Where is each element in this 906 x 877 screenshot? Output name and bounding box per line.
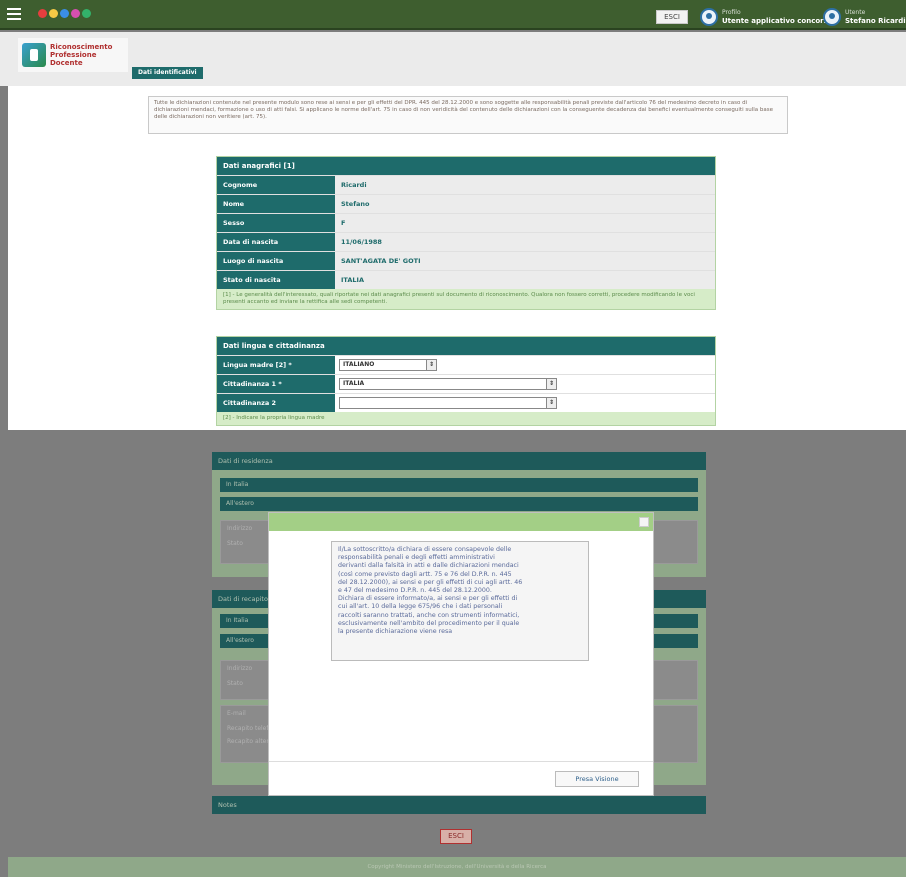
dialog-message: Il/La sottoscritto/a dichiara di essere … <box>331 541 589 661</box>
cittadinanza2-label: Cittadinanza 2 <box>217 394 335 412</box>
dialog-line: del 28.12.2000), ai sensi e per gli effe… <box>338 578 523 586</box>
close-icon[interactable] <box>639 517 649 527</box>
dialog-line: la presente dichiarazione viene resa <box>338 628 453 636</box>
logo-line1: Riconoscimento <box>50 43 113 51</box>
all-estero-option[interactable]: All'estero <box>220 497 698 511</box>
top-bar: ESCI Profilo Utente applicativo concorsi… <box>0 0 906 30</box>
lingua-madre-label: Lingua madre [2] * <box>217 356 335 374</box>
brand-dots-logo <box>38 9 91 18</box>
sesso-value: F <box>335 214 715 232</box>
dialog-header <box>269 513 653 531</box>
anagrafica-title: Dati anagrafici [1] <box>217 157 715 175</box>
dialog-line: Il/La sottoscritto/a dichiara di essere … <box>338 546 512 553</box>
cognome-value: Ricardi <box>335 176 715 194</box>
logout-button[interactable]: ESCI <box>656 10 688 24</box>
dialog-line: e 47 del medesimo D.P.R. n. 445 del 28.1… <box>338 587 492 595</box>
user-label: Utente <box>845 9 866 16</box>
exit-button[interactable]: ESCI <box>440 829 472 844</box>
dialog-line: (così come previsto dagli artt. 75 e 76 … <box>338 570 512 578</box>
lingua-madre-arrow-icon: ⇕ <box>426 360 436 370</box>
breadcrumb[interactable]: Dati identificativi <box>132 67 203 79</box>
data-nascita-label: Data di nascita <box>217 233 335 251</box>
app-logo-icon <box>22 43 46 67</box>
hamburger-menu-icon[interactable] <box>7 8 21 20</box>
cittadinanza1-select[interactable]: ITALIA ⇕ <box>339 378 557 390</box>
nome-label: Nome <box>217 195 335 213</box>
app-header: Riconoscimento Professione Docente Dati … <box>0 32 906 86</box>
app-logo: Riconoscimento Professione Docente <box>18 38 128 72</box>
data-nascita-value: 11/06/1988 <box>335 233 715 251</box>
cittadinanza2-select[interactable]: ⇕ <box>339 397 557 409</box>
dialog-footer: Presa Visione <box>269 761 653 797</box>
profile-value: Utente applicativo concorsi <box>722 17 831 25</box>
main-content: Tutte le dichiarazioni contenute nel pre… <box>8 86 906 430</box>
dialog-line: raccolti saranno trattati, anche con str… <box>338 611 520 619</box>
sesso-label: Sesso <box>217 214 335 232</box>
declaration-dialog: Il/La sottoscritto/a dichiara di essere … <box>268 512 654 796</box>
presa-visione-button[interactable]: Presa Visione <box>555 771 639 787</box>
profile-box: Profilo Utente applicativo concorsi <box>700 8 830 26</box>
anagrafica-panel: Dati anagrafici [1] Cognome Ricardi Nome S… <box>216 156 716 310</box>
user-box: Utente Stefano Ricardi <box>823 8 906 26</box>
stato-nascita-label: Stato di nascita <box>217 271 335 289</box>
logo-line3: Docente <box>50 59 83 67</box>
dialog-line: esclusivamente nell'ambito del procedime… <box>338 619 520 627</box>
user-name: Stefano Ricardi <box>845 17 906 25</box>
nome-value: Stefano <box>335 195 715 213</box>
lingua-panel: Dati lingua e cittadinanza Lingua madre … <box>216 336 716 426</box>
dialog-line: cui all'art. 10 della legge 675/96 che i… <box>338 603 503 611</box>
residenza-title: Dati di residenza <box>212 452 706 470</box>
logo-line2: Professione <box>50 51 97 59</box>
stato-nascita-value: ITALIA <box>335 271 715 289</box>
luogo-nascita-value: SANT'AGATA DE' GOTI <box>335 252 715 270</box>
user-avatar-icon <box>823 8 841 26</box>
legal-notice: Tutte le dichiarazioni contenute nel pre… <box>148 96 788 134</box>
profile-avatar-icon <box>700 8 718 26</box>
dialog-line: derivanti dalla falsità in atti e dalle … <box>338 562 519 570</box>
in-italia-option[interactable]: In Italia <box>220 478 698 492</box>
lingua-footnote: [2] - Indicare la propria lingua madre <box>217 412 715 425</box>
luogo-nascita-label: Luogo di nascita <box>217 252 335 270</box>
anagrafica-footnote: [1] - Le generalità dell'interessato, qu… <box>217 289 715 309</box>
cittadinanza1-label: Cittadinanza 1 * <box>217 375 335 393</box>
cittadinanza1-arrow-icon: ⇕ <box>546 379 556 389</box>
cognome-label: Cognome <box>217 176 335 194</box>
cittadinanza2-arrow-icon: ⇕ <box>546 398 556 408</box>
dialog-line: Dichiara di essere informato/a, ai sensi… <box>338 595 518 603</box>
profile-label: Profilo <box>722 9 741 16</box>
notes-title: Notes <box>212 796 706 814</box>
lingua-madre-select[interactable]: ITALIANO ⇕ <box>339 359 437 371</box>
lingua-title: Dati lingua e cittadinanza <box>217 337 715 355</box>
page-footer: Copyright Ministero dell'Istruzione, del… <box>8 857 906 877</box>
